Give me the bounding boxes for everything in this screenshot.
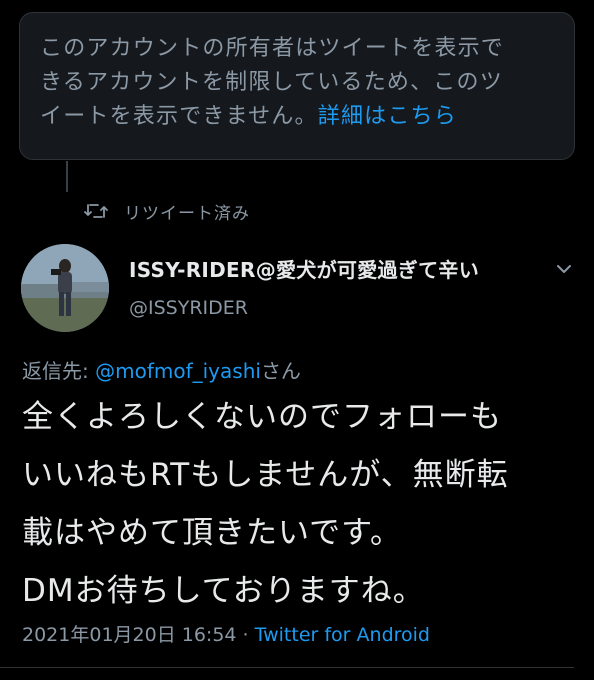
retweet-label: リツイート済み (124, 203, 250, 224)
avatar-photo (21, 244, 109, 332)
learn-more-link[interactable]: 詳細はこちら (318, 104, 457, 129)
tweet-timestamp[interactable]: 2021年01月20日 16:54 (22, 624, 237, 646)
avatar[interactable] (21, 244, 109, 332)
notice-line-3-text: イートを表示できません。 (40, 104, 318, 129)
retweet-indicator: リツイート済み (82, 196, 250, 226)
tweet-source-link[interactable]: Twitter for Android (255, 624, 430, 646)
thread-connector-line (66, 161, 68, 192)
tweet-text: 全くよろしくないのでフォローも いいねもRTもしませんが、無断転 載はやめて頂き… (22, 388, 582, 620)
tweet-line-2: いいねもRTもしませんが、無断転 (22, 457, 509, 493)
notice-line-3: イートを表示できません。詳細はこちら (40, 100, 554, 134)
reply-mention-link[interactable]: @mofmof_iyashi (95, 359, 261, 383)
divider (0, 667, 574, 668)
notice-line-2: きるアカウントを制限しているため、このツ (40, 70, 503, 95)
protected-tweet-notice: このアカウントの所有者はツイートを表示で きるアカウントを制限しているため、この… (19, 12, 575, 160)
tweet-meta: 2021年01月20日 16:54 · Twitter for Android (22, 620, 430, 647)
notice-line-1: このアカウントの所有者はツイートを表示で (40, 36, 505, 61)
chevron-down-icon[interactable] (553, 258, 575, 280)
author-handle[interactable]: @ISSYRIDER (129, 297, 248, 319)
meta-separator: · (236, 624, 255, 646)
tweet-line-4: DMお待ちしておりますね。 (22, 573, 425, 609)
author-display-name[interactable]: ISSY-RIDER@愛犬が可愛過ぎて辛い (129, 254, 479, 283)
tweet-line-1: 全くよろしくないのでフォローも (22, 399, 502, 435)
tweet-line-3: 載はやめて頂きたいです。 (22, 515, 402, 551)
retweet-icon (82, 199, 110, 223)
reply-prefix: 返信先: (22, 359, 96, 383)
reply-suffix: さん (260, 359, 301, 383)
reply-context: 返信先: @mofmof_iyashiさん (22, 355, 301, 384)
